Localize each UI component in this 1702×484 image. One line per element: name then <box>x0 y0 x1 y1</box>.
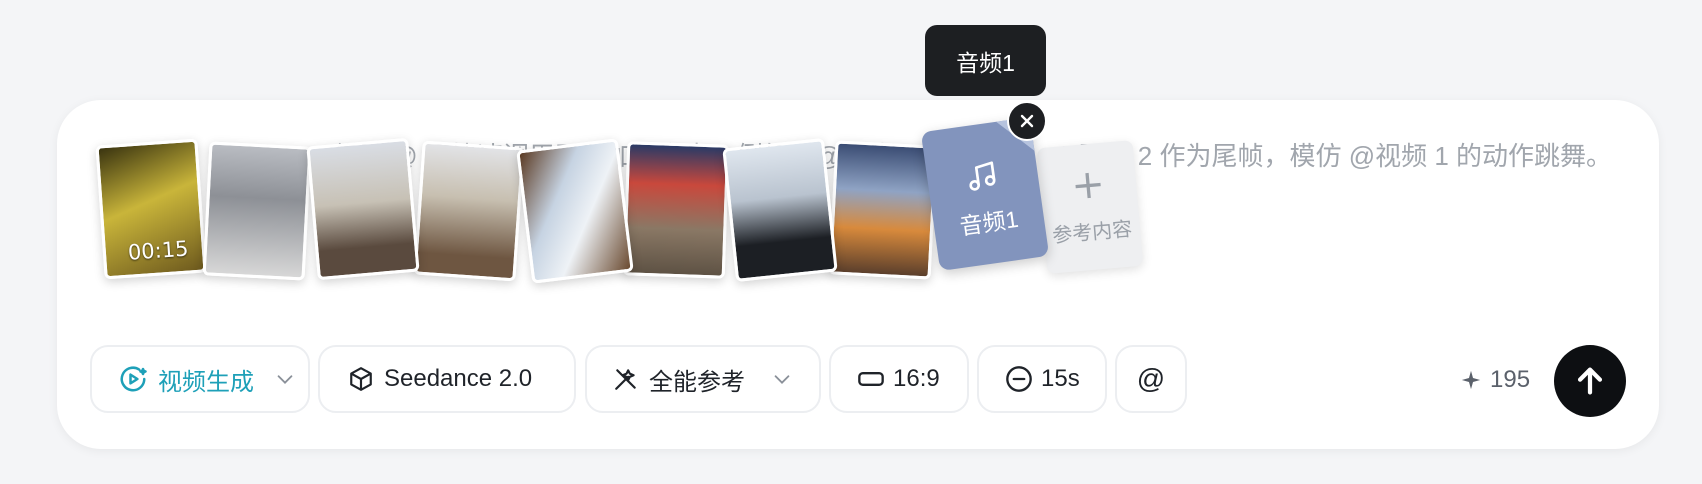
sparkle-icon <box>1461 370 1481 390</box>
video-duration: 00:15 <box>127 236 190 265</box>
mode-label: 视频生成 <box>158 368 254 396</box>
mention-label: @ <box>1136 363 1166 394</box>
image-thumbnail-2[interactable] <box>306 137 420 281</box>
send-button[interactable] <box>1554 345 1626 417</box>
image-thumbnail-5[interactable] <box>622 141 730 279</box>
aspect-ratio-label: 16:9 <box>893 365 940 392</box>
duration-select[interactable]: 15s <box>977 345 1107 413</box>
model-select[interactable]: Seedance 2.0 <box>318 345 576 413</box>
duration-label: 15s <box>1041 365 1080 392</box>
reference-mode-label: 全能参考 <box>649 368 745 396</box>
add-reference-button[interactable]: + 参考内容 <box>1036 140 1144 274</box>
add-reference-label: 参考内容 <box>1051 218 1134 248</box>
chevron-down-icon <box>277 375 293 384</box>
chevron-down-icon <box>774 375 790 384</box>
duration-icon <box>1006 366 1032 392</box>
audio-card-label: 音频1 <box>958 205 1020 240</box>
aspect-ratio-select[interactable]: 16:9 <box>829 345 969 413</box>
image-thumbnail-7[interactable] <box>828 140 938 280</box>
reference-mode-select[interactable]: 全能参考 <box>585 345 821 413</box>
close-icon <box>1020 114 1034 128</box>
video-generate-icon <box>120 366 147 392</box>
image-thumbnail-3[interactable] <box>413 140 525 282</box>
image-thumbnail-6[interactable] <box>722 138 838 282</box>
image-thumbnail-4[interactable] <box>516 138 634 284</box>
video-thumbnail[interactable]: 00:15 <box>95 138 207 280</box>
magic-wand-icon <box>615 369 636 390</box>
mode-select[interactable]: 视频生成 <box>90 345 310 413</box>
image-thumbnail-1[interactable] <box>202 141 312 281</box>
plus-icon: + <box>1069 160 1107 210</box>
model-label: Seedance 2.0 <box>384 365 533 392</box>
music-note-icon <box>969 161 996 191</box>
credits-value: 195 <box>1490 366 1531 393</box>
remove-audio-button[interactable] <box>1007 101 1047 141</box>
mention-button[interactable]: @ <box>1115 345 1187 413</box>
credits-display: 195 <box>1460 365 1530 395</box>
cube-icon <box>350 367 372 391</box>
arrow-up-icon <box>1577 367 1603 395</box>
audio-tooltip: 音频1 <box>925 25 1046 96</box>
aspect-ratio-icon <box>858 372 884 386</box>
